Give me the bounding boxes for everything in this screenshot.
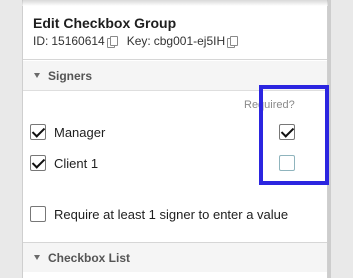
collapse-caret-icon xyxy=(34,73,40,78)
required-column-highlight xyxy=(259,85,329,185)
section-checkbox-list[interactable]: Checkbox List xyxy=(23,242,327,272)
signer-checkbox-manager[interactable] xyxy=(30,124,46,140)
copy-id-icon[interactable] xyxy=(106,36,118,48)
signer-checkbox-client-1[interactable] xyxy=(30,155,46,171)
key-label: Key: xyxy=(126,34,151,48)
panel-title: Edit Checkbox Group xyxy=(33,15,177,31)
collapse-caret-icon xyxy=(34,255,40,260)
require-one-signer-row: Require at least 1 signer to enter a val… xyxy=(30,204,288,224)
require-one-signer-label: Require at least 1 signer to enter a val… xyxy=(54,206,289,222)
section-checkbox-list-label: Checkbox List xyxy=(48,250,131,265)
signer-row-client-1: Client 1 xyxy=(30,153,98,173)
signer-label-client-1: Client 1 xyxy=(54,155,99,171)
id-label: ID: xyxy=(33,34,49,48)
copy-key-icon[interactable] xyxy=(227,36,239,48)
key-value: cbg001-ej5IH xyxy=(153,34,226,48)
panel-meta: ID: 15160614 Key: cbg001-ej5IH xyxy=(33,34,327,49)
panel-top-shadow xyxy=(22,0,328,6)
require-one-signer-checkbox[interactable] xyxy=(30,206,46,222)
id-value: 15160614 xyxy=(51,34,105,48)
signer-label-manager: Manager xyxy=(54,124,106,140)
signer-row-manager: Manager xyxy=(30,122,105,142)
section-signers-label: Signers xyxy=(48,68,93,83)
panel-header: Edit Checkbox Group ID: 15160614 Key: cb… xyxy=(23,0,327,60)
